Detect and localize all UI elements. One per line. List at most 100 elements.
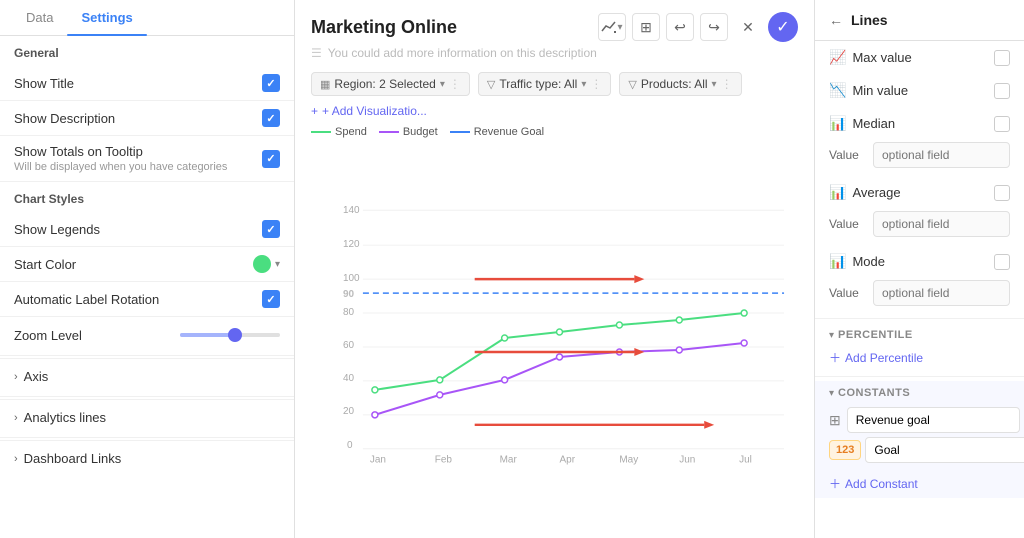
spend-label: Spend (335, 126, 367, 138)
average-row: 📊 Average (815, 176, 1024, 209)
dashboard-links-expand[interactable]: › Dashboard Links (0, 440, 294, 476)
show-totals-row: Show Totals on Tooltip Will be displayed… (0, 136, 294, 182)
revenue-goal-input-row: ⊞ ✕ (829, 407, 1010, 433)
revenue-goal-constant: ⊞ ✕ 123 (815, 401, 1024, 469)
chevron-right-icon-2: › (14, 412, 18, 424)
color-dot (253, 255, 271, 273)
axis-label: Axis (24, 369, 49, 384)
color-picker[interactable]: ▾ (253, 255, 280, 273)
add-percentile-button[interactable]: ＋ Add Percentile (815, 343, 1024, 372)
percentile-section[interactable]: ▾ PERCENTILE (815, 323, 1024, 343)
median-icon: 📊 (829, 115, 846, 132)
chart-title-input[interactable] (311, 17, 552, 38)
min-value-row: 📉 Min value (815, 74, 1024, 107)
max-value-checkbox[interactable] (994, 50, 1010, 66)
mode-text: Mode (852, 254, 885, 269)
add-visualization-button[interactable]: + + Add Visualizatio... (311, 104, 427, 118)
chart-description[interactable]: ☰ You could add more information on this… (295, 42, 814, 64)
svg-text:0: 0 (347, 440, 353, 451)
show-description-checkbox[interactable] (262, 109, 280, 127)
show-title-row: Show Title (0, 66, 294, 101)
tab-data[interactable]: Data (12, 0, 67, 35)
filter-icon: ▦ (320, 78, 330, 91)
constants-section-header[interactable]: ▾ CONSTANTS (815, 381, 1024, 401)
back-button[interactable]: ← (829, 12, 843, 28)
legend-revenue-goal: Revenue Goal (450, 126, 544, 138)
mode-row: 📊 Mode (815, 245, 1024, 278)
mode-checkbox[interactable] (994, 254, 1010, 270)
zoom-track (180, 333, 280, 337)
show-legends-row: Show Legends (0, 212, 294, 247)
zoom-level-label: Zoom Level (14, 328, 82, 343)
median-checkbox[interactable] (994, 116, 1010, 132)
grid-view-button[interactable]: ⊞ (632, 13, 660, 41)
more-icon-3: ⋮ (721, 77, 733, 91)
more-icon-2: ⋮ (590, 77, 602, 91)
region-filter[interactable]: ▦ Region: 2 Selected ▾ ⋮ (311, 72, 470, 96)
description-icon: ☰ (311, 46, 322, 60)
show-totals-label: Show Totals on Tooltip (14, 144, 227, 159)
legend-spend: Spend (311, 126, 367, 138)
traffic-filter-icon: ▽ (487, 78, 495, 91)
svg-text:Mar: Mar (500, 455, 518, 466)
add-constant-label: Add Constant (845, 477, 918, 491)
chevron-down-icon-5: ▾ (712, 79, 717, 90)
confirm-button[interactable]: ✓ (768, 12, 798, 42)
auto-label-label: Automatic Label Rotation (14, 292, 159, 307)
show-totals-col: Show Totals on Tooltip Will be displayed… (14, 144, 227, 173)
max-value-label: 📈 Max value (829, 49, 912, 66)
mode-value-row: Value (815, 278, 1024, 314)
chart-type-button[interactable]: ▾ (598, 13, 626, 41)
auto-label-checkbox[interactable] (262, 290, 280, 308)
legend-bar: Spend Budget Revenue Goal (295, 126, 814, 142)
chevron-down-icon: ▾ (275, 259, 280, 270)
show-totals-checkbox[interactable] (262, 150, 280, 168)
min-value-checkbox[interactable] (994, 83, 1010, 99)
lines-title: Lines (851, 12, 888, 28)
min-value-icon: 📉 (829, 82, 846, 99)
chart-svg: 140 120 100 90 80 60 40 20 0 Jan Feb Mar… (325, 142, 804, 528)
revenue-goal-input[interactable] (847, 407, 1020, 433)
zoom-thumb (228, 328, 242, 342)
start-color-row: Start Color ▾ (0, 247, 294, 282)
analytics-lines-expand[interactable]: › Analytics lines (0, 399, 294, 435)
median-value-input[interactable] (873, 142, 1010, 168)
redo-button[interactable]: ↪ (700, 13, 728, 41)
svg-text:100: 100 (343, 273, 360, 284)
line-chart-icon (601, 19, 617, 35)
chevron-right-icon: › (14, 371, 18, 383)
show-description-label: Show Description (14, 111, 115, 126)
median-text: Median (852, 116, 895, 131)
more-icon: ⋮ (449, 77, 461, 91)
axis-expand[interactable]: › Axis (0, 358, 294, 394)
tab-settings[interactable]: Settings (67, 0, 146, 35)
show-legends-checkbox[interactable] (262, 220, 280, 238)
average-value-input[interactable] (873, 211, 1010, 237)
chevron-right-icon-3: › (14, 453, 18, 465)
max-value-icon: 📈 (829, 49, 846, 66)
show-title-checkbox[interactable] (262, 74, 280, 92)
constants-label: CONSTANTS (838, 387, 910, 399)
traffic-filter-label: Traffic type: All (499, 77, 577, 91)
average-checkbox[interactable] (994, 185, 1010, 201)
products-filter[interactable]: ▽ Products: All ▾ ⋮ (619, 72, 741, 96)
mode-value-input[interactable] (873, 280, 1010, 306)
goal-row: 123 (829, 433, 1010, 463)
goal-value-input[interactable] (865, 437, 1024, 463)
add-constant-button[interactable]: ＋ Add Constant (815, 469, 1024, 498)
undo-button[interactable]: ↩ (666, 13, 694, 41)
dashboard-links-label: Dashboard Links (24, 451, 122, 466)
traffic-filter[interactable]: ▽ Traffic type: All ▾ ⋮ (478, 72, 612, 96)
svg-text:Feb: Feb (435, 455, 453, 466)
max-value-row: 📈 Max value (815, 41, 1024, 74)
min-value-label: 📉 Min value (829, 82, 908, 99)
constants-section: ▾ CONSTANTS ⊞ ✕ 123 ＋ Add Constant (815, 381, 1024, 498)
add-vis-label: + Add Visualizatio... (322, 104, 427, 118)
revenue-goal-line-legend (450, 131, 470, 133)
lines-panel: ← Lines 📈 Max value 📉 Min value 📊 Median… (814, 0, 1024, 538)
close-button[interactable]: ✕ (734, 13, 762, 41)
mode-icon: 📊 (829, 253, 846, 270)
zoom-slider[interactable] (180, 325, 280, 345)
chevron-down-icon-6: ▾ (829, 330, 834, 341)
svg-text:40: 40 (343, 373, 355, 384)
